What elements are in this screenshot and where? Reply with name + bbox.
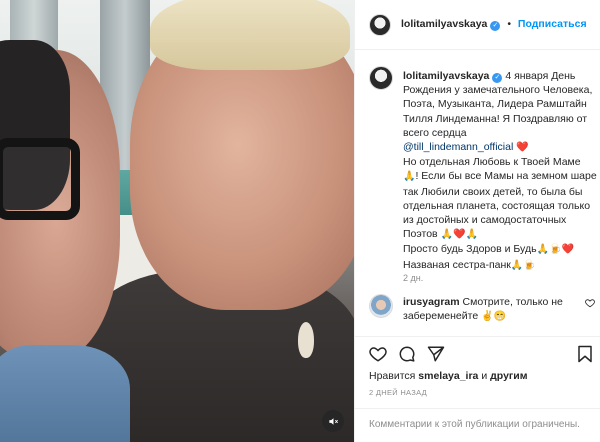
likes-prefix: Нравится — [369, 370, 416, 382]
caption-text-part: Но отдельная Любовь к Твоей Маме — [403, 156, 581, 169]
caption-date: 4 января — [505, 70, 549, 82]
post-header: lolitamilyavskaya ✓ • Подписаться — [355, 0, 600, 50]
commenter-avatar[interactable] — [369, 294, 393, 318]
caption-author-avatar[interactable] — [369, 66, 393, 90]
beer-emoji: 🍺 — [523, 259, 536, 271]
speaker-muted-icon — [328, 417, 338, 425]
photo-hair-man — [150, 0, 350, 70]
comment-icon[interactable] — [398, 345, 416, 363]
like-comment-heart-icon[interactable] — [585, 298, 595, 308]
comment-text: irusyagram Смотрите, только не заберемен… — [403, 295, 579, 324]
photo-glasses — [0, 138, 80, 220]
post-date[interactable]: 2 ДНЕЙ НАЗАД — [369, 388, 427, 397]
mute-button[interactable] — [322, 410, 344, 432]
comments-scroll-area[interactable]: lolitamilyavskaya ✓ 4 января День Рождени… — [355, 58, 600, 328]
beer-emoji: 🍺 — [549, 244, 562, 256]
post-actions-bar — [355, 336, 600, 370]
caption-time-ago: 2 дн. — [403, 273, 424, 283]
comments-limited-notice: Комментарии к этой публикации ограничены… — [355, 408, 600, 442]
caption-text-part: ! Если бы все Мамы на земном шаре так Лю… — [403, 170, 597, 241]
pray-emoji: 🙏 — [440, 229, 453, 241]
pray-emoji: 🙏 — [465, 229, 478, 241]
likes-others-link[interactable]: другим — [490, 370, 527, 382]
likes-username[interactable]: smelaya_ira — [418, 370, 478, 382]
post-photo[interactable] — [0, 0, 354, 442]
share-icon[interactable] — [427, 345, 445, 363]
commenter-username[interactable]: irusyagram — [403, 296, 460, 308]
heart-emoji: ❤️ — [516, 142, 529, 154]
heart-emoji: ❤️ — [453, 229, 466, 241]
bookmark-icon[interactable] — [577, 345, 593, 363]
header-username-group: lolitamilyavskaya ✓ • Подписаться — [401, 18, 587, 31]
author-avatar[interactable] — [369, 13, 391, 36]
caption-username[interactable]: lolitamilyavskaya — [403, 70, 489, 82]
comment-emoji: ✌️😁 — [481, 311, 506, 323]
heart-emoji: ❤️ — [561, 244, 574, 256]
pray-emoji: 🙏 — [536, 244, 549, 256]
header-separator: • — [507, 18, 511, 30]
photo-denim-jacket — [0, 345, 130, 442]
heart-icon[interactable] — [369, 345, 387, 363]
pray-emoji: 🙏 — [510, 259, 524, 271]
follow-button[interactable]: Подписаться — [518, 18, 587, 30]
caption-text-part: Просто будь Здоров и Будь — [403, 243, 537, 256]
post-side-panel: lolitamilyavskaya ✓ • Подписаться lolitam… — [354, 0, 600, 442]
caption-text-part: Названая сестра-панк — [403, 258, 511, 271]
likes-conjunction: и — [481, 370, 488, 382]
mention-link[interactable]: @till_lindemann_official — [403, 141, 513, 153]
verified-badge-icon: ✓ — [490, 21, 501, 31]
caption-text: lolitamilyavskaya ✓ 4 января День Рождени… — [403, 69, 597, 273]
pray-emoji: 🙏 — [403, 171, 416, 183]
author-username[interactable]: lolitamilyavskaya — [401, 18, 487, 30]
photo-pendant — [298, 322, 314, 358]
instagram-post: lolitamilyavskaya ✓ • Подписаться lolitam… — [0, 0, 600, 442]
likes-summary: Нравится smelaya_ira и другим — [369, 370, 528, 382]
verified-badge-icon: ✓ — [492, 73, 503, 83]
